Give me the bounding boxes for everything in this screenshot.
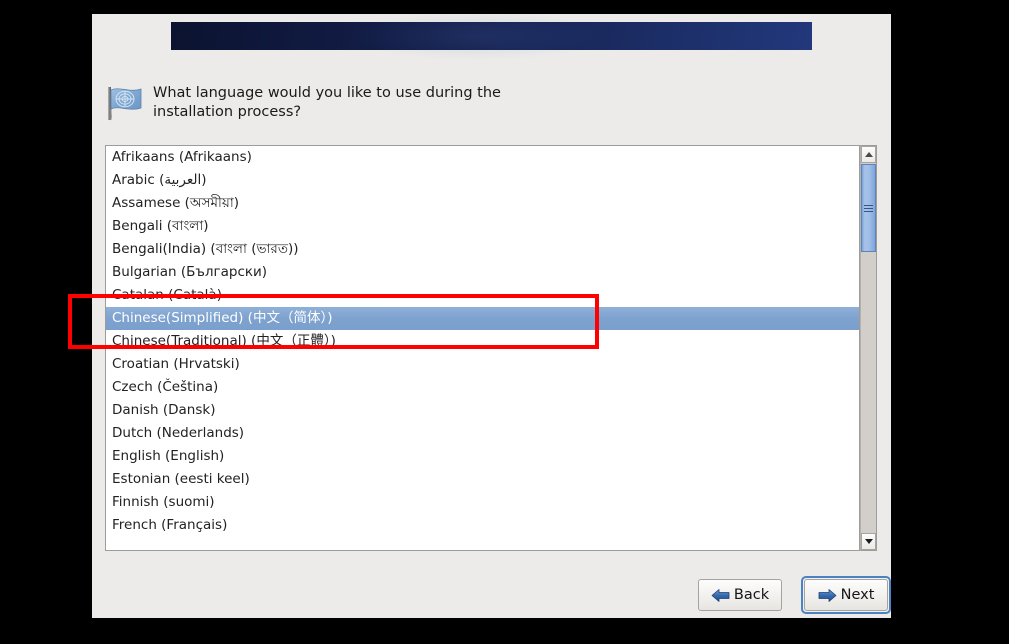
- list-item[interactable]: Croatian (Hrvatski): [106, 353, 859, 376]
- next-button[interactable]: Next: [804, 579, 888, 611]
- banner-area: [92, 10, 891, 62]
- installer-window: What language would you like to use duri…: [92, 10, 891, 618]
- list-item[interactable]: Bengali(India) (বাংলা (ভারত)): [106, 238, 859, 261]
- list-item[interactable]: Afrikaans (Afrikaans): [106, 146, 859, 169]
- back-button[interactable]: Back: [698, 579, 782, 611]
- list-item[interactable]: Bengali (বাংলা): [106, 215, 859, 238]
- chevron-down-icon: [864, 539, 873, 544]
- list-item[interactable]: Arabic (العربية): [106, 169, 859, 192]
- list-item[interactable]: Chinese(Traditional) (中文（正體）): [106, 330, 859, 353]
- list-item-selected[interactable]: Chinese(Simplified) (中文（简体）): [106, 307, 859, 330]
- chevron-up-icon: [864, 152, 873, 157]
- list-item[interactable]: English (English): [106, 445, 859, 468]
- list-item[interactable]: Catalan (Català): [106, 284, 859, 307]
- grip-lines-icon: [864, 203, 873, 214]
- installer-banner: [171, 10, 812, 62]
- list-item[interactable]: Danish (Dansk): [106, 399, 859, 422]
- prompt-text: What language would you like to use duri…: [153, 85, 501, 121]
- list-item[interactable]: Estonian (eesti keel): [106, 468, 859, 491]
- list-item[interactable]: Finnish (suomi): [106, 491, 859, 514]
- scrollbar-up-button[interactable]: [861, 146, 876, 163]
- footer-bar: Back Next: [92, 551, 891, 618]
- back-button-label: Back: [733, 587, 770, 603]
- list-item[interactable]: Bulgarian (Български): [106, 261, 859, 284]
- language-list-area: Afrikaans (Afrikaans) Arabic (العربية) A…: [105, 145, 877, 551]
- list-item[interactable]: Czech (Čeština): [106, 376, 859, 399]
- list-scrollbar[interactable]: [860, 145, 877, 551]
- scrollbar-down-button[interactable]: [861, 533, 876, 550]
- list-item[interactable]: Dutch (Nederlands): [106, 422, 859, 445]
- scrollbar-thumb[interactable]: [861, 164, 876, 252]
- arrow-right-icon: [818, 588, 837, 603]
- list-item[interactable]: French (Français): [106, 514, 859, 537]
- language-listbox[interactable]: Afrikaans (Afrikaans) Arabic (العربية) A…: [105, 145, 860, 551]
- arrow-left-icon: [711, 588, 730, 603]
- prompt-row: What language would you like to use duri…: [92, 62, 891, 125]
- list-item[interactable]: Assamese (অসমীয়া): [106, 192, 859, 215]
- next-button-label: Next: [840, 587, 875, 603]
- un-flag-icon: [103, 81, 147, 125]
